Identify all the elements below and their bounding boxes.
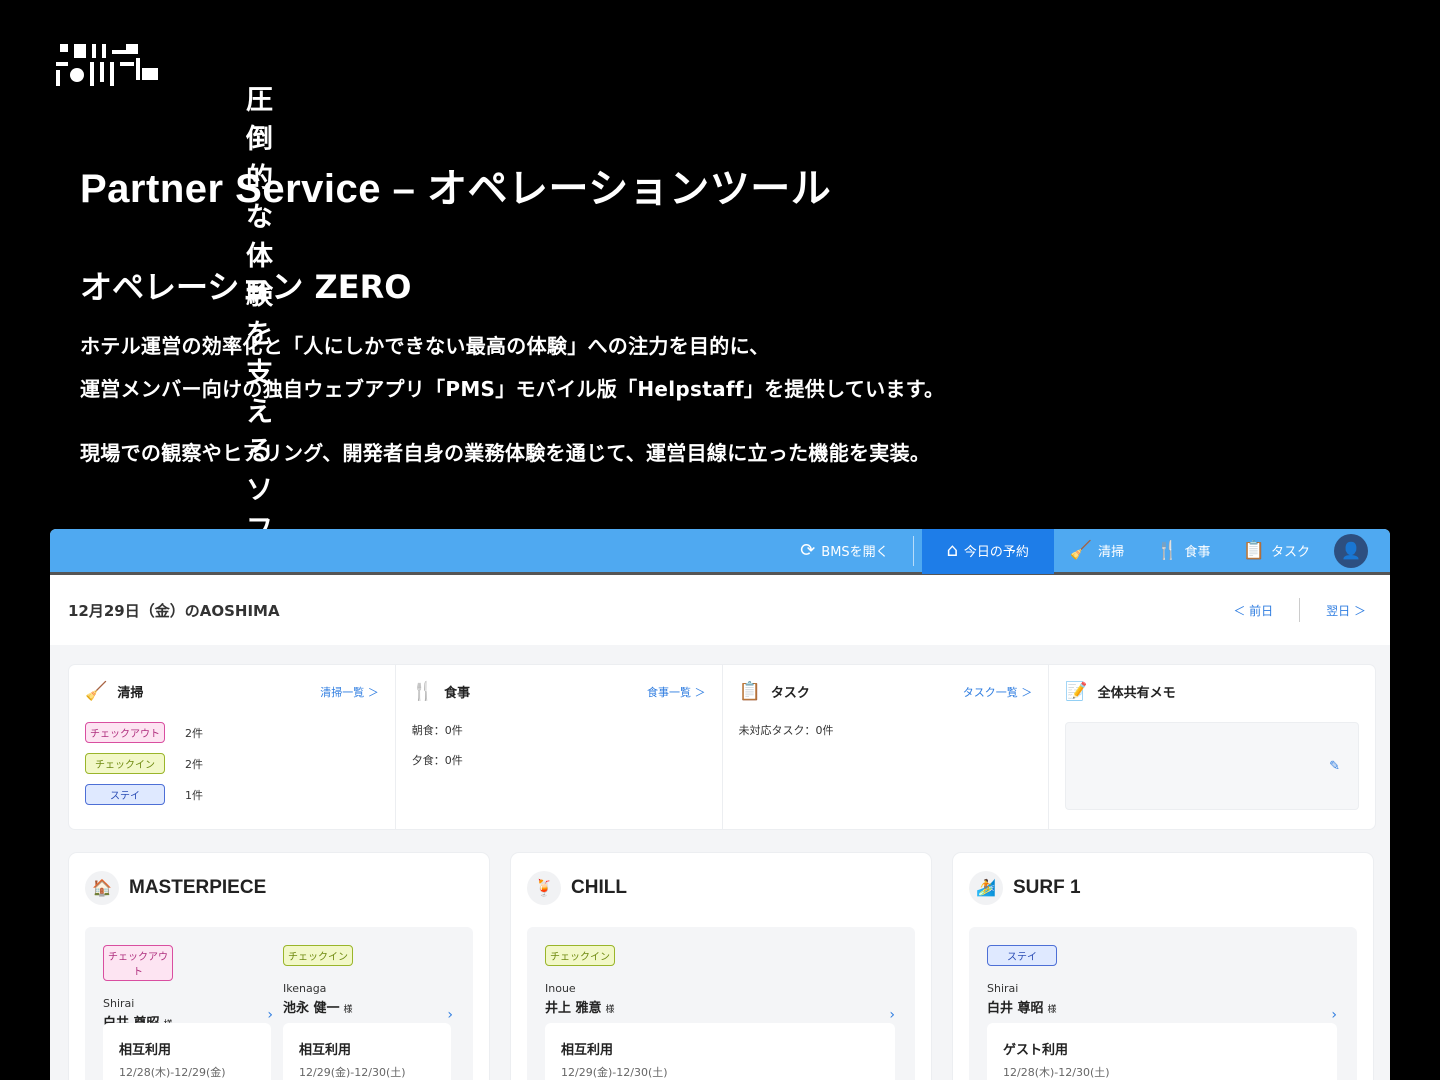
plan-card: 相互利用 12/29(金)-12/30(土) xyxy=(545,1023,895,1080)
status-badge: チェックアウト xyxy=(103,945,173,981)
slide-header: 圧倒的な体験を支えるソフトウェア群 xyxy=(56,40,273,740)
pencil-icon[interactable]: ✎ xyxy=(1329,759,1340,774)
room-name: SURF 1 xyxy=(1013,877,1081,898)
shared-memo-box[interactable]: ✎ xyxy=(1065,722,1359,810)
status-badge: ステイ xyxy=(987,945,1057,966)
chevron-right-icon[interactable]: › xyxy=(447,1007,453,1023)
guest-entry[interactable]: チェックアウト Shirai 白井 尊昭様 › xyxy=(103,945,273,1031)
status-badge: チェックイン xyxy=(545,945,615,966)
refresh-icon: ⟳ xyxy=(800,539,816,561)
fork-knife-icon: 🍴 xyxy=(1156,539,1179,561)
page-subtitle: オペレーション ZERO xyxy=(80,268,412,306)
plan-card: 相互利用 12/29(金)-12/30(土) xyxy=(283,1023,451,1080)
date-label: 12月29日（金）のAOSHIMA xyxy=(68,601,280,620)
fork-knife-icon: 🍴 xyxy=(411,681,435,702)
status-badge: チェックイン xyxy=(85,753,165,774)
guest-entry[interactable]: チェックイン Ikenaga 池永 健一様 › xyxy=(283,945,453,1023)
broom-icon: 🧹 xyxy=(85,681,108,702)
drink-icon: 🍹 xyxy=(527,871,561,905)
nav-tab-today-reservations[interactable]: ⌂ 今日の予約 xyxy=(921,529,1054,574)
prev-day-link[interactable]: ＜ 前日 xyxy=(1233,602,1273,619)
summary-memo: 📝 全体共有メモ ✎ xyxy=(1049,665,1375,829)
app-nav-bar: ⟳ BMSを開く ⌂ 今日の予約 🧹 清掃 🍴 食事 📋 タスク 👤 xyxy=(50,529,1390,575)
chevron-right-icon[interactable]: › xyxy=(1331,1007,1337,1023)
app-screenshot: ⟳ BMSを開く ⌂ 今日の予約 🧹 清掃 🍴 食事 📋 タスク 👤 12月29… xyxy=(50,529,1390,1080)
status-badge: チェックアウト xyxy=(85,722,165,743)
guest-entry[interactable]: ステイ Shirai 白井 尊昭様 › xyxy=(987,945,1337,1023)
pending-task-count: 未対応タスク：0件 xyxy=(738,724,834,737)
room-name: CHILL xyxy=(571,877,627,898)
cleaning-row-stay: ステイ 1件 xyxy=(85,784,379,805)
room-card-chill: 🍹 CHILL チェックイン Inoue 井上 雅意様 › 相互利用 12/29… xyxy=(511,853,931,1080)
summary-meal: 🍴 食事 食事一覧 ＞ 朝食：0件 夕食：0件 xyxy=(396,665,723,829)
house-icon: 🏠 xyxy=(85,871,119,905)
status-badge: チェックイン xyxy=(283,945,353,966)
user-avatar-button[interactable]: 👤 xyxy=(1334,533,1368,568)
plan-card: ゲスト利用 12/28(木)-12/30(土) xyxy=(987,1023,1337,1080)
description-line-3: 現場での観察やヒアリング、開発者自身の業務体験を通じて、運営目線に立った機能を実… xyxy=(80,441,931,465)
day-nav-divider xyxy=(1299,598,1301,622)
nav-tab-meal[interactable]: 🍴 食事 xyxy=(1140,529,1226,574)
chevron-right-icon[interactable]: › xyxy=(267,1007,273,1023)
task-icon: 📋 xyxy=(738,681,761,702)
home-icon: ⌂ xyxy=(946,539,958,561)
open-bms-button[interactable]: ⟳ BMSを開く xyxy=(784,529,904,574)
summary-cleaning: 🧹 清掃 清掃一覧 ＞ チェックアウト 2件 チェックイン 2件 ステイ 1件 xyxy=(69,665,396,829)
room-card-surf-1: 🏄 SURF 1 ステイ Shirai 白井 尊昭様 › ゲスト利用 12/28… xyxy=(953,853,1373,1080)
date-bar: 12月29日（金）のAOSHIMA ＜ 前日 翌日 ＞ xyxy=(50,575,1390,645)
guest-entry[interactable]: チェックイン Inoue 井上 雅意様 › xyxy=(545,945,895,1023)
next-day-link[interactable]: 翌日 ＞ xyxy=(1326,602,1366,619)
task-icon: 📋 xyxy=(1242,539,1265,561)
user-icon: 👤 xyxy=(1341,541,1361,560)
broom-icon: 🧹 xyxy=(1069,539,1093,561)
dinner-count: 夕食：0件 xyxy=(411,754,463,767)
description-line-2: 運営メンバー向けの独自ウェブアプリ「PMS」モバイル版「Helpstaff」を提… xyxy=(80,377,945,401)
company-logo xyxy=(56,40,160,86)
nav-tab-cleaning[interactable]: 🧹 清掃 xyxy=(1054,529,1140,574)
status-badge: ステイ xyxy=(85,784,165,805)
room-card-masterpiece: 🏠 MASTERPIECE チェックアウト Shirai 白井 尊昭様 › チェ… xyxy=(69,853,489,1080)
meal-list-link[interactable]: 食事一覧 ＞ xyxy=(647,684,706,700)
cleaning-list-link[interactable]: 清掃一覧 ＞ xyxy=(320,684,379,700)
task-list-link[interactable]: タスク一覧 ＞ xyxy=(963,684,1033,700)
chevron-right-icon[interactable]: › xyxy=(889,1007,895,1023)
nav-divider xyxy=(912,535,914,566)
summary-panel: 🧹清掃 清掃一覧 ＞ チェックアウト 2件 チェックイン 2件 ステイ 1件 xyxy=(69,665,1375,829)
nav-tab-task[interactable]: 📋 タスク xyxy=(1227,529,1326,574)
breakfast-count: 朝食：0件 xyxy=(411,724,463,737)
surfer-icon: 🏄 xyxy=(969,871,1003,905)
day-navigation: ＜ 前日 翌日 ＞ xyxy=(1233,598,1366,622)
plan-card: 相互利用 12/28(木)-12/29(金) xyxy=(103,1023,271,1080)
room-name: MASTERPIECE xyxy=(129,877,267,898)
clipboard-icon: 📝 xyxy=(1065,681,1088,702)
cleaning-row-checkout: チェックアウト 2件 xyxy=(85,722,379,743)
summary-task: 📋 タスク タスク一覧 ＞ 未対応タスク：0件 xyxy=(723,665,1050,829)
page-title: Partner Service – オペレーションツール xyxy=(80,167,832,211)
description-line-1: ホテル運営の効率化と「人にしかできない最高の体験」への注力を目的に、 xyxy=(80,334,770,358)
cleaning-row-checkin: チェックイン 2件 xyxy=(85,753,379,774)
